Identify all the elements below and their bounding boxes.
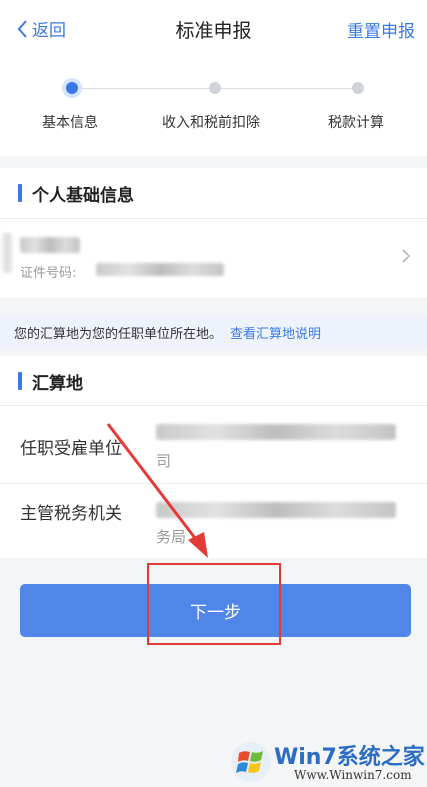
personal-info-header: 个人基础信息 (0, 168, 427, 218)
notice-text: 您的汇算地为您的任职单位所在地。 (14, 326, 223, 342)
annotation-highlight-box (147, 563, 281, 645)
top-nav-bar: 返回 标准申报 重置申报 (0, 0, 427, 60)
personal-info-row[interactable] (0, 219, 427, 298)
settlement-title: 汇算地 (32, 373, 83, 394)
id-number-label: 证件号码: (20, 266, 77, 281)
step-label-income: 收入和税前扣除 (162, 115, 260, 131)
site-watermark: Win7系统之家 Www.Winwin7.com (230, 737, 427, 787)
employer-name-tail: 司 (156, 452, 172, 470)
reset-declaration-button[interactable]: 重置申报 (347, 17, 415, 42)
step-dot-basic-info (62, 78, 82, 98)
employer-name-redacted (156, 424, 396, 440)
tax-office-label: 主管税务机关 (20, 504, 122, 524)
tax-office-name-redacted (156, 502, 396, 518)
chevron-right-icon (402, 249, 411, 263)
windows-logo-icon (231, 742, 271, 782)
tax-office-name-tail: 务局 (156, 528, 187, 546)
settlement-explanation-link[interactable]: 查看汇算地说明 (230, 323, 321, 342)
personal-info-title: 个人基础信息 (32, 185, 134, 206)
progress-steps: 基本信息 收入和税前扣除 税款计算 (0, 60, 427, 156)
settlement-header: 汇算地 (0, 356, 427, 406)
section-accent-bar (18, 184, 22, 202)
step-dot-tax-calc (352, 82, 364, 94)
employer-label: 任职受雇单位 (20, 439, 122, 459)
taxpayer-name-redacted (20, 237, 80, 253)
step-dot-income (209, 82, 221, 94)
step-label-basic-info: 基本信息 (42, 115, 98, 131)
step-label-tax-calc: 税款计算 (328, 115, 384, 131)
watermark-title: Win7系统之家 (274, 745, 425, 770)
id-number-redacted (96, 263, 224, 276)
section-accent-bar (18, 372, 22, 390)
redacted-avatar-edge (2, 233, 12, 273)
settlement-notice: 您的汇算地为您的任职单位所在地。 查看汇算地说明 (0, 314, 427, 350)
watermark-url: Www.Winwin7.com (294, 768, 412, 782)
